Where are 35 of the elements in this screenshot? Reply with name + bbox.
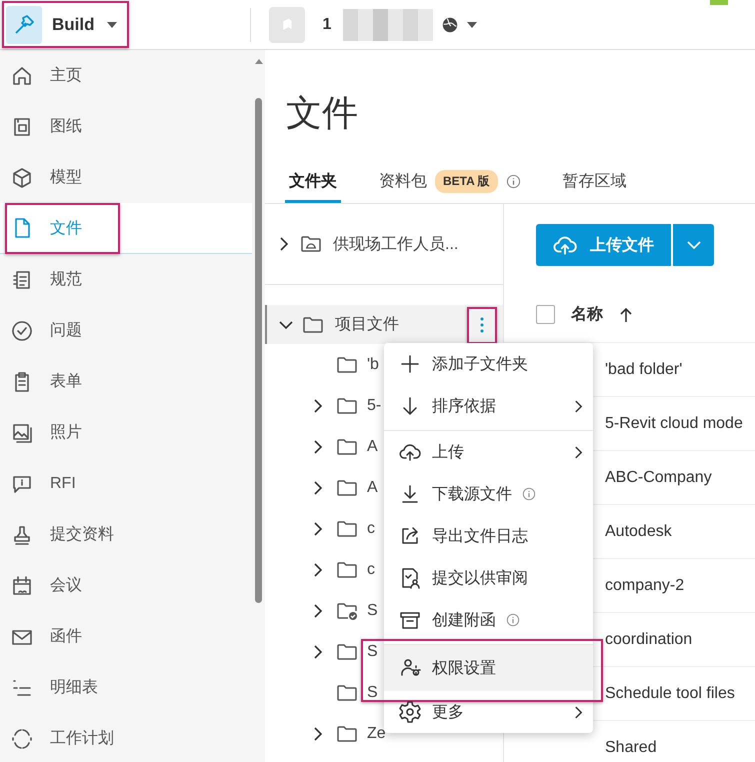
menu-label: 更多 xyxy=(432,702,464,722)
menu-label: 导出文件日志 xyxy=(432,526,528,546)
folder-name: 'b xyxy=(367,356,379,374)
folder-name: A xyxy=(367,478,378,496)
folder-name: 供现场工作人员... xyxy=(333,234,458,254)
project-number: 1 xyxy=(322,16,332,34)
folder-name: 项目文件 xyxy=(335,314,400,335)
tab-label: 资料包 xyxy=(379,172,427,192)
folder-name: S xyxy=(367,642,378,660)
table-cell: 'bad folder' xyxy=(605,360,682,378)
table-cell: Shared xyxy=(605,738,657,756)
table-cell: Schedule tool files xyxy=(605,684,735,702)
beta-badge: BETA 版 xyxy=(435,170,498,192)
menu-label: 提交以供审阅 xyxy=(432,568,528,588)
menu-label: 添加子文件夹 xyxy=(432,354,528,374)
menu-label: 上传 xyxy=(432,442,464,462)
table-cell: coordination xyxy=(605,630,692,648)
table-cell: company-2 xyxy=(605,576,684,594)
menu-label: 下载源文件 xyxy=(432,484,512,504)
page-title: 文件 xyxy=(285,91,359,135)
tab-label: 文件夹 xyxy=(289,171,337,192)
folder-name: 5- xyxy=(367,396,382,414)
folder-name: S xyxy=(367,602,378,620)
menu-label: 排序依据 xyxy=(432,396,496,416)
folder-name: S xyxy=(367,684,378,702)
menu-label: 权限设置 xyxy=(432,658,496,678)
menu-label: 创建附函 xyxy=(432,610,496,630)
table-cell: ABC-Company xyxy=(605,468,712,486)
folder-name: c xyxy=(367,520,375,538)
folder-name: c xyxy=(367,560,375,578)
tab-label: 暂存区域 xyxy=(562,172,627,192)
table-cell: 5-Revit cloud mode xyxy=(605,414,743,432)
folder-name: Ze xyxy=(367,724,386,742)
table-cell: Autodesk xyxy=(605,522,672,540)
folder-name: A xyxy=(367,438,378,456)
